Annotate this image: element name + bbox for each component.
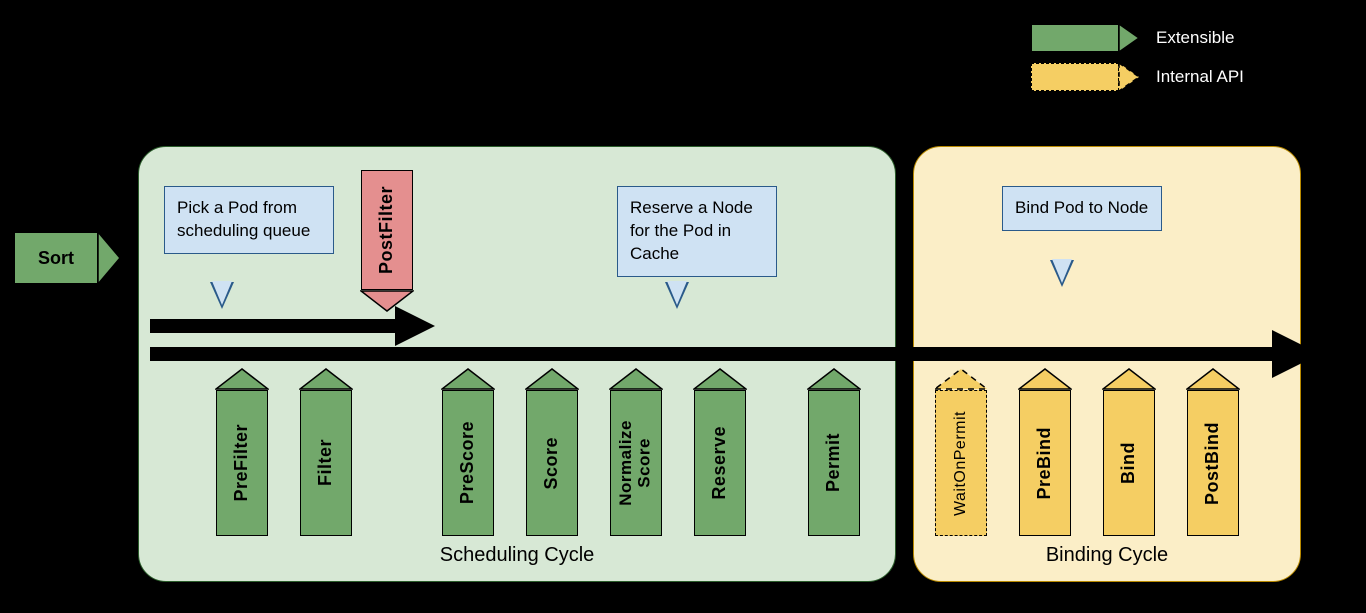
prebind-label: PreBind [1035,421,1055,506]
bind-pod-text: Bind Pod to Node [1015,198,1148,217]
legend-extensible-swatch [1031,24,1139,52]
sort-label: Sort [38,248,74,269]
pick-pod-text: Pick a Pod from scheduling queue [177,198,310,240]
score-extension: Score [526,368,578,536]
prescore-extension: PreScore [442,368,494,536]
prescore-label: PreScore [458,415,478,510]
score-label: Score [542,431,562,496]
bind-extension: Bind [1103,368,1155,536]
normalizescore-extension: Normalize Score [610,368,662,536]
bind-pod-callout: Bind Pod to Node [1002,186,1162,231]
filter-extension: Filter [300,368,352,536]
reserve-node-text: Reserve a Node for the Pod in Cache [630,198,753,263]
scheduling-cycle-label: Scheduling Cycle [139,544,895,567]
postfilter-branch-arrow [150,319,420,333]
postbind-label: PostBind [1203,416,1223,511]
sort-extension: Sort [14,232,120,284]
prefilter-label: PreFilter [232,418,252,508]
postbind-extension: PostBind [1187,368,1239,536]
reserve-label: Reserve [710,420,730,506]
postfilter-label: PostFilter [377,180,397,280]
main-flow-arrow-head [1272,330,1320,378]
prefilter-extension: PreFilter [216,368,268,536]
bind-label: Bind [1119,436,1139,490]
legend-internal-label: Internal API [1156,67,1244,87]
permit-extension: Permit [808,368,860,536]
waitonpermit-label: WaitOnPermit [952,405,970,522]
legend-internal-swatch [1031,63,1139,91]
normalizescore-label: Normalize Score [617,414,654,512]
reserve-extension: Reserve [694,368,746,536]
waitonpermit-extension: WaitOnPermit [935,368,987,536]
pick-pod-callout: Pick a Pod from scheduling queue [164,186,334,254]
prebind-extension: PreBind [1019,368,1071,536]
filter-label: Filter [316,433,336,492]
main-flow-arrow [150,347,1276,361]
binding-cycle-label: Binding Cycle [914,544,1300,567]
postfilter-extension: PostFilter [361,170,413,312]
postfilter-branch-arrow-head [395,306,435,346]
reserve-node-callout: Reserve a Node for the Pod in Cache [617,186,777,277]
legend-extensible-label: Extensible [1156,28,1234,48]
permit-label: Permit [824,427,844,498]
